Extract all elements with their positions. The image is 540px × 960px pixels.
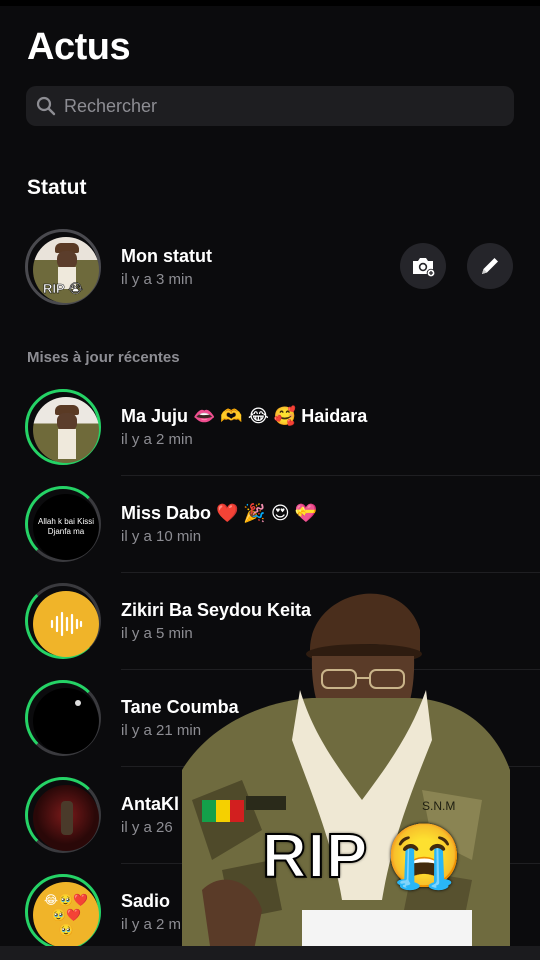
status-bar (0, 0, 540, 6)
search-placeholder: Rechercher (64, 95, 158, 116)
status-avatar-3[interactable] (25, 583, 101, 659)
status-avatar-2[interactable]: Allah k bai Kissi Djanfa ma (25, 486, 101, 562)
avatar (33, 591, 99, 657)
my-status-avatar[interactable]: RIP 😭 (25, 229, 101, 305)
rip-sticker-image: S.N.M (182, 593, 510, 960)
status-avatar-4[interactable] (25, 680, 101, 756)
bottom-edge (0, 946, 540, 960)
status-thumb-text-6: 😂🥹❤️🥹❤️🥹 (44, 892, 88, 937)
camera-icon (413, 258, 436, 277)
my-status-time: il y a 3 min (121, 271, 193, 288)
status-avatar-6[interactable]: 😂🥹❤️🥹❤️🥹 (25, 874, 101, 950)
rip-caption: RIP 😭 (261, 821, 464, 892)
avatar (33, 688, 99, 754)
avatar: 😂🥹❤️🥹❤️🥹 (33, 882, 99, 948)
pencil-icon (482, 258, 498, 274)
text-status-button[interactable] (467, 243, 513, 289)
status-time-1: il y a 2 min (121, 431, 193, 448)
avatar (33, 785, 99, 851)
camera-status-button[interactable] (400, 243, 446, 289)
row-divider (121, 475, 540, 476)
status-avatar-1[interactable] (25, 389, 101, 465)
status-time-5: il y a 26 (121, 819, 173, 836)
avatar: Allah k bai Kissi Djanfa ma (33, 494, 99, 560)
uniform-patch-text: S.N.M (422, 799, 455, 813)
status-time-2: il y a 10 min (121, 528, 202, 545)
status-name-2: Miss Dabo ❤️ 🎉 😍 💝 (121, 503, 318, 523)
audio-waveform-icon (50, 611, 83, 637)
search-input[interactable]: Rechercher (26, 86, 514, 126)
status-name-1: Ma Juju 👄 🫶 😂 🥰 Haidara (121, 406, 368, 426)
search-icon (36, 96, 56, 116)
my-status-name: Mon statut (121, 246, 212, 266)
status-thumb-text-2: Allah k bai Kissi Djanfa ma (37, 517, 95, 536)
avatar (33, 397, 99, 463)
status-section-title: Statut (27, 176, 87, 199)
my-status-badge: RIP 😭 (43, 281, 84, 297)
page-title: Actus (27, 26, 131, 68)
status-avatar-5[interactable] (25, 777, 101, 853)
status-name-6: Sadio (121, 891, 171, 911)
recent-updates-title: Mises à jour récentes (27, 349, 180, 366)
status-name-5: AntaKl (121, 794, 179, 814)
status-time-6: il y a 2 m (121, 916, 182, 933)
avatar: RIP 😭 (33, 237, 99, 303)
